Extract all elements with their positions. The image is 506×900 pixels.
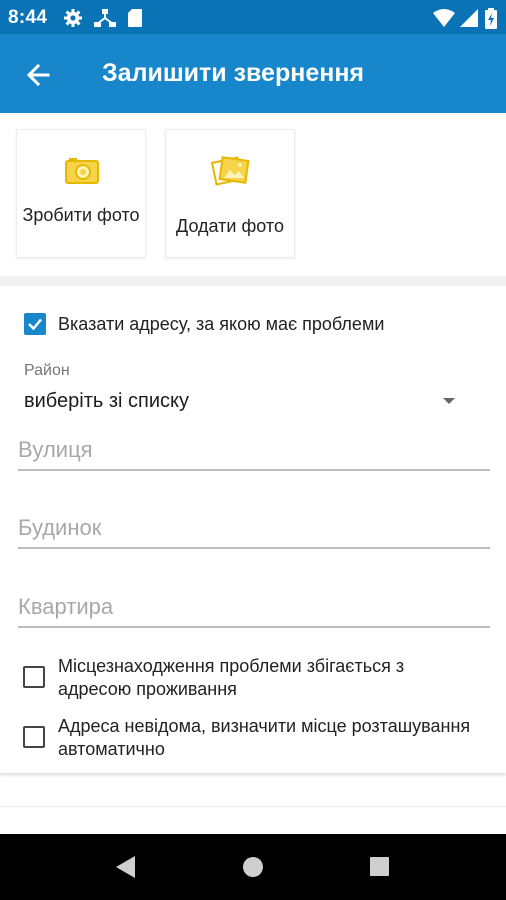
system-nav-bar: [0, 834, 506, 900]
cell-signal-icon: [460, 9, 478, 27]
apartment-field[interactable]: Квартира: [18, 590, 490, 628]
page-title: Залишити звернення: [102, 59, 365, 87]
house-placeholder: Будинок: [18, 515, 102, 540]
checkmark-icon: [28, 318, 42, 331]
same-as-residence-label: Місцезнаходження проблеми збігається з а…: [58, 656, 405, 699]
app-bar: Залишити звернення: [0, 34, 506, 113]
status-bar: 8:44: [0, 0, 506, 34]
photos-icon: [210, 156, 250, 186]
district-label: Район: [24, 362, 70, 379]
take-photo-button[interactable]: Зробити фото: [16, 129, 146, 258]
camera-icon: [65, 158, 99, 184]
photo-actions: Зробити фото Додати фото: [0, 113, 506, 276]
house-field[interactable]: Будинок: [18, 511, 490, 549]
home-circle-icon[interactable]: [242, 856, 264, 878]
add-photo-label: Додати фото: [176, 216, 284, 236]
sd-card-icon: [128, 9, 142, 27]
unknown-address-label: Адреса невідома, визначити місце розташу…: [58, 716, 471, 759]
arrow-left-icon[interactable]: [22, 58, 56, 92]
specify-address-checkbox[interactable]: [24, 313, 46, 335]
same-as-residence-checkbox[interactable]: [23, 666, 45, 688]
take-photo-label: Зробити фото: [22, 205, 140, 225]
district-select-value: виберіть зі списку: [24, 390, 189, 412]
next-section: [0, 806, 506, 835]
street-placeholder: Вулиця: [18, 437, 93, 462]
street-field[interactable]: Вулиця: [18, 433, 490, 471]
unknown-address-checkbox[interactable]: [23, 726, 45, 748]
address-form: Вказати адресу, за якою має проблеми Рай…: [0, 286, 506, 773]
back-triangle-icon[interactable]: [115, 855, 137, 879]
battery-charging-icon: [485, 8, 497, 29]
gear-icon: [64, 9, 82, 27]
status-time: 8:44: [8, 7, 48, 28]
specify-address-label: Вказати адресу, за якою має проблеми: [58, 314, 385, 334]
section-divider: [0, 276, 506, 286]
wifi-icon: [433, 9, 455, 27]
chevron-down-icon[interactable]: [443, 398, 455, 404]
add-photo-button[interactable]: Додати фото: [165, 129, 295, 258]
recents-square-icon[interactable]: [369, 856, 390, 877]
apartment-placeholder: Квартира: [18, 594, 114, 619]
network-transfer-icon: [94, 9, 116, 27]
